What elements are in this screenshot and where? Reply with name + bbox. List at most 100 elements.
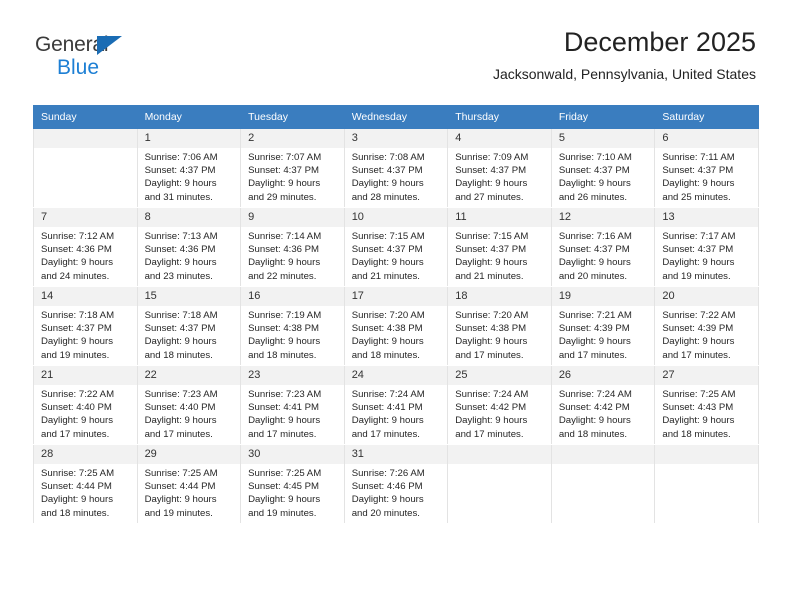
calendar-day-cell[interactable]: 2 Sunrise: 7:07 AM Sunset: 4:37 PM Daylight…	[240, 128, 345, 208]
daylight-duration-line1: Daylight: 9 hours	[248, 257, 321, 269]
day-number: 17	[344, 287, 448, 306]
logo-triangle-icon	[97, 36, 122, 55]
day-number	[34, 129, 137, 148]
daylight-duration-line1: Daylight: 9 hours	[662, 178, 735, 190]
day-details: Sunrise: 7:07 AM Sunset: 4:37 PM Daylight:…	[241, 148, 344, 204]
calendar-day-cell[interactable]: 27 Sunrise: 7:25 AM Sunset: 4:43 PM Dayligh…	[654, 365, 759, 445]
sunset-time: Sunset: 4:37 PM	[144, 165, 216, 177]
daylight-duration-line1: Daylight: 9 hours	[144, 257, 217, 269]
calendar-day-cell[interactable]: 14 Sunrise: 7:18 AM Sunset: 4:37 PM Dayligh…	[33, 286, 138, 366]
calendar-day-cell[interactable]: 13 Sunrise: 7:17 AM Sunset: 4:37 PM Dayligh…	[654, 207, 759, 287]
weekday-header-monday: Monday	[136, 105, 242, 129]
day-number	[655, 445, 758, 464]
calendar-day-cell[interactable]: 18 Sunrise: 7:20 AM Sunset: 4:38 PM Dayligh…	[447, 286, 552, 366]
calendar-day-cell[interactable]: 30 Sunrise: 7:25 AM Sunset: 4:45 PM Dayligh…	[240, 444, 345, 524]
calendar-day-cell[interactable]: 11 Sunrise: 7:15 AM Sunset: 4:37 PM Dayligh…	[447, 207, 552, 287]
day-number: 8	[137, 208, 241, 227]
daylight-duration-line2: and 18 minutes.	[144, 349, 213, 361]
calendar-day-cell[interactable]: 7 Sunrise: 7:12 AM Sunset: 4:36 PM Daylight…	[33, 207, 138, 287]
sunset-time: Sunset: 4:40 PM	[41, 402, 112, 414]
day-number: 27	[655, 366, 758, 385]
day-details: Sunrise: 7:23 AM Sunset: 4:41 PM Daylight:…	[241, 385, 344, 441]
page-header: General Blue December 2025 Jacksonwald, …	[0, 0, 792, 103]
calendar-day-cell[interactable]: 29 Sunrise: 7:25 AM Sunset: 4:44 PM Dayligh…	[136, 444, 242, 524]
day-details: Sunrise: 7:17 AM Sunset: 4:37 PM Daylight:…	[655, 227, 758, 283]
day-details: Sunrise: 7:21 AM Sunset: 4:39 PM Daylight:…	[552, 306, 655, 362]
daylight-duration-line2: and 21 minutes.	[455, 270, 524, 282]
day-number: 14	[34, 287, 137, 306]
daylight-duration-line1: Daylight: 9 hours	[144, 336, 217, 348]
calendar-day-cell[interactable]: 31 Sunrise: 7:26 AM Sunset: 4:46 PM Dayligh…	[343, 444, 449, 524]
day-number: 5	[551, 129, 655, 148]
calendar-day-cell[interactable]: 16 Sunrise: 7:19 AM Sunset: 4:38 PM Dayligh…	[240, 286, 345, 366]
daylight-duration-line2: and 17 minutes.	[455, 428, 524, 440]
title-block: December 2025 Jacksonwald, Pennsylvania,…	[493, 26, 756, 84]
calendar-cell-empty	[447, 444, 552, 524]
day-number: 7	[34, 208, 137, 227]
daylight-duration-line1: Daylight: 9 hours	[558, 415, 631, 427]
calendar-day-cell[interactable]: 10 Sunrise: 7:15 AM Sunset: 4:37 PM Dayligh…	[343, 207, 449, 287]
calendar-day-cell[interactable]: 6 Sunrise: 7:11 AM Sunset: 4:37 PM Daylight…	[654, 128, 759, 208]
sunrise-time: Sunrise: 7:21 AM	[558, 310, 632, 321]
calendar-day-cell[interactable]: 23 Sunrise: 7:23 AM Sunset: 4:41 PM Dayligh…	[240, 365, 345, 445]
calendar-day-cell[interactable]: 15 Sunrise: 7:18 AM Sunset: 4:37 PM Dayligh…	[136, 286, 242, 366]
sunset-time: Sunset: 4:36 PM	[248, 244, 320, 256]
calendar-day-cell[interactable]: 12 Sunrise: 7:16 AM Sunset: 4:37 PM Dayligh…	[550, 207, 656, 287]
day-number: 25	[448, 366, 551, 385]
daylight-duration-line2: and 18 minutes.	[41, 507, 110, 519]
calendar-cell-empty	[33, 128, 138, 208]
day-details: Sunrise: 7:25 AM Sunset: 4:44 PM Daylight:…	[138, 464, 241, 520]
day-details: Sunrise: 7:15 AM Sunset: 4:37 PM Daylight:…	[448, 227, 551, 283]
sunset-time: Sunset: 4:41 PM	[351, 402, 423, 414]
calendar-day-cell[interactable]: 28 Sunrise: 7:25 AM Sunset: 4:44 PM Dayligh…	[33, 444, 138, 524]
sunset-time: Sunset: 4:39 PM	[662, 323, 734, 335]
calendar-day-cell[interactable]: 4 Sunrise: 7:09 AM Sunset: 4:37 PM Daylight…	[447, 128, 552, 208]
logo-top-row: General	[35, 33, 155, 57]
sunset-time: Sunset: 4:36 PM	[144, 244, 216, 256]
calendar-day-cell[interactable]: 8 Sunrise: 7:13 AM Sunset: 4:36 PM Daylight…	[136, 207, 242, 287]
calendar-day-cell[interactable]: 19 Sunrise: 7:21 AM Sunset: 4:39 PM Dayligh…	[550, 286, 656, 366]
daylight-duration-line2: and 18 minutes.	[662, 428, 731, 440]
sunrise-time: Sunrise: 7:24 AM	[455, 389, 529, 400]
day-details: Sunrise: 7:16 AM Sunset: 4:37 PM Daylight:…	[552, 227, 655, 283]
calendar-day-cell[interactable]: 26 Sunrise: 7:24 AM Sunset: 4:42 PM Dayligh…	[550, 365, 656, 445]
weekday-header-wednesday: Wednesday	[343, 105, 449, 129]
day-number: 2	[241, 129, 344, 148]
calendar-day-cell[interactable]: 3 Sunrise: 7:08 AM Sunset: 4:37 PM Daylight…	[343, 128, 449, 208]
calendar-day-cell[interactable]: 22 Sunrise: 7:23 AM Sunset: 4:40 PM Dayligh…	[136, 365, 242, 445]
calendar-day-cell[interactable]: 21 Sunrise: 7:22 AM Sunset: 4:40 PM Dayligh…	[33, 365, 138, 445]
daylight-duration-line1: Daylight: 9 hours	[248, 494, 321, 506]
day-details: Sunrise: 7:10 AM Sunset: 4:37 PM Daylight:…	[552, 148, 655, 204]
sunrise-time: Sunrise: 7:25 AM	[248, 468, 322, 479]
calendar-day-cell[interactable]: 1 Sunrise: 7:06 AM Sunset: 4:37 PM Daylight…	[136, 128, 242, 208]
sunrise-time: Sunrise: 7:13 AM	[144, 231, 218, 242]
day-details: Sunrise: 7:13 AM Sunset: 4:36 PM Daylight:…	[138, 227, 241, 283]
calendar-day-cell[interactable]: 25 Sunrise: 7:24 AM Sunset: 4:42 PM Dayligh…	[447, 365, 552, 445]
sunrise-time: Sunrise: 7:12 AM	[41, 231, 115, 242]
sunset-time: Sunset: 4:45 PM	[248, 481, 320, 493]
daylight-duration-line1: Daylight: 9 hours	[455, 178, 528, 190]
daylight-duration-line2: and 19 minutes.	[41, 349, 110, 361]
calendar-day-cell[interactable]: 9 Sunrise: 7:14 AM Sunset: 4:36 PM Daylight…	[240, 207, 345, 287]
sunset-time: Sunset: 4:44 PM	[144, 481, 216, 493]
calendar-day-cell[interactable]: 24 Sunrise: 7:24 AM Sunset: 4:41 PM Dayligh…	[343, 365, 449, 445]
daylight-duration-line1: Daylight: 9 hours	[351, 257, 424, 269]
daylight-duration-line1: Daylight: 9 hours	[455, 257, 528, 269]
daylight-duration-line2: and 20 minutes.	[558, 270, 628, 282]
day-number: 30	[241, 445, 344, 464]
calendar-day-cell[interactable]: 20 Sunrise: 7:22 AM Sunset: 4:39 PM Dayligh…	[654, 286, 759, 366]
sunset-time: Sunset: 4:36 PM	[41, 244, 112, 256]
sunrise-time: Sunrise: 7:07 AM	[248, 152, 322, 163]
sunrise-time: Sunrise: 7:11 AM	[662, 152, 735, 163]
calendar-day-cell[interactable]: 5 Sunrise: 7:10 AM Sunset: 4:37 PM Daylight…	[550, 128, 656, 208]
day-number: 31	[344, 445, 448, 464]
sunset-time: Sunset: 4:37 PM	[144, 323, 216, 335]
calendar-day-cell[interactable]: 17 Sunrise: 7:20 AM Sunset: 4:38 PM Dayligh…	[343, 286, 449, 366]
sunset-time: Sunset: 4:39 PM	[558, 323, 630, 335]
day-details: Sunrise: 7:24 AM Sunset: 4:42 PM Daylight:…	[552, 385, 655, 441]
sunset-time: Sunset: 4:40 PM	[144, 402, 216, 414]
sunrise-time: Sunrise: 7:24 AM	[351, 389, 425, 400]
sunrise-time: Sunrise: 7:20 AM	[455, 310, 529, 321]
sunset-time: Sunset: 4:37 PM	[558, 165, 630, 177]
sunrise-time: Sunrise: 7:25 AM	[41, 468, 115, 479]
